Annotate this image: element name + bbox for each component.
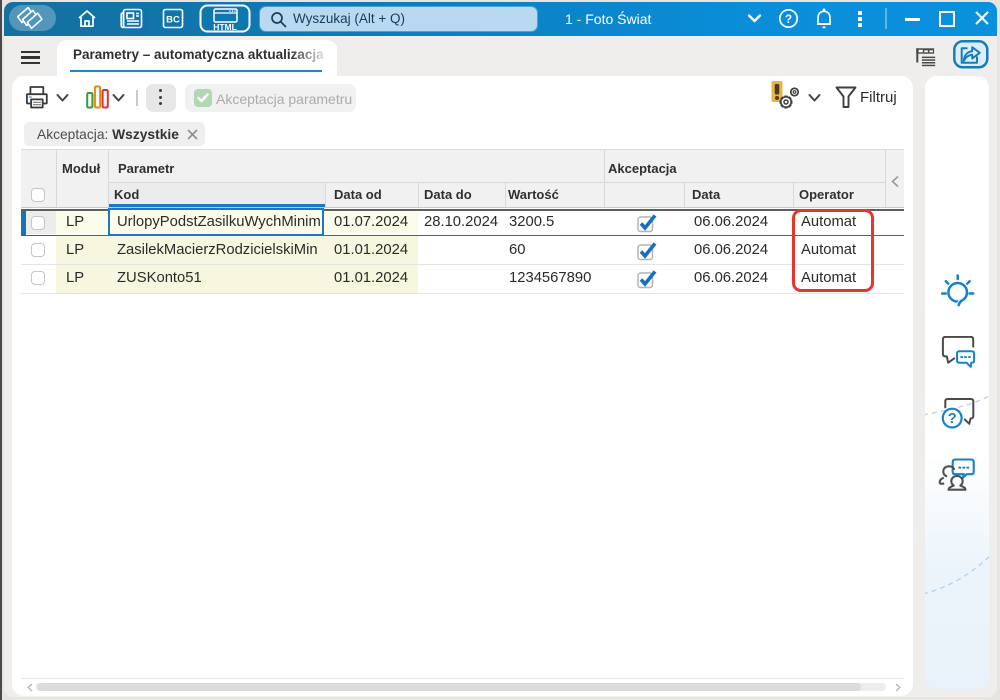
svg-text:BC: BC	[166, 15, 180, 26]
svg-text:HTML: HTML	[213, 22, 237, 32]
svg-text:?: ?	[785, 14, 792, 26]
svg-text:?: ?	[948, 411, 957, 427]
